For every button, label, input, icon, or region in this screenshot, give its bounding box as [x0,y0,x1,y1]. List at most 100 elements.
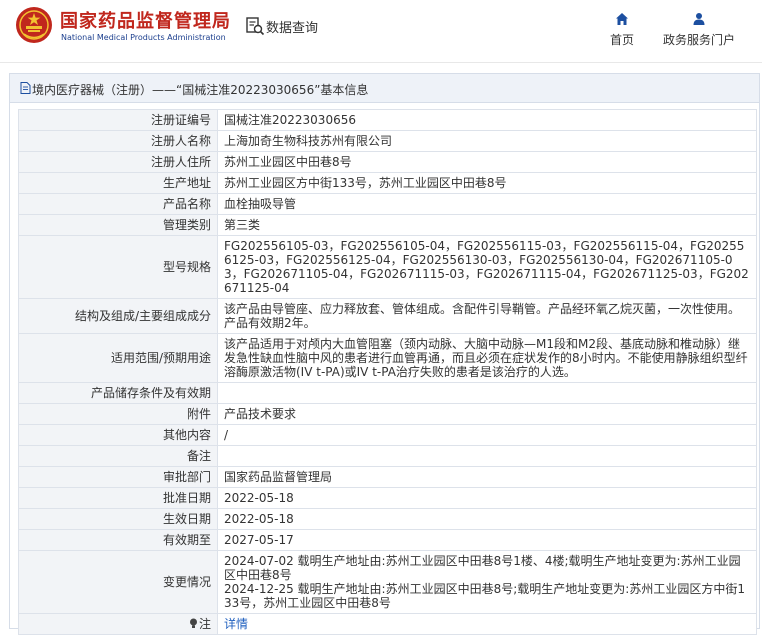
field-value: 第三类 [217,214,757,236]
field-value: 该产品由导管座、应力释放套、管体组成。含配件引导鞘管。产品经环氧乙烷灭菌，一次性… [217,298,757,334]
field-value-text: 国械注准20223030656 [224,113,356,127]
site-header: 国家药品监督管理局 National Medical Products Admi… [0,0,762,62]
table-row: 产品名称 血栓抽吸导管 [18,193,757,215]
field-label: 审批部门 [18,466,218,488]
panel-title-bar: 境内医疗器械（注册）——“国械注准20223030656”基本信息 [10,74,759,103]
field-value-text: / [224,428,229,442]
field-label: 注册人名称 [18,130,218,152]
field-label-text: 管理类别 [162,218,211,232]
field-value-text: 产品技术要求 [224,407,297,421]
change-record: 2024-12-25 载明生产地址由:苏州工业园区中田巷8号;载明生产地址变更为… [224,582,745,610]
header-divider [0,62,762,63]
field-value-text: 该产品适用于对颅内大血管阻塞（颈内动脉、大脑中动脉—M1段和M2段、基底动脉和椎… [224,337,748,379]
field-label: 注册证编号 [18,109,218,131]
field-value: 血栓抽吸导管 [217,193,757,215]
document-icon [20,82,31,94]
table-row: 生效日期 2022-05-18 [18,508,757,530]
table-row: 管理类别 第三类 [18,214,757,236]
field-value: 2024-07-02 载明生产地址由:苏州工业园区中田巷8号1楼、4楼;载明生产… [217,550,757,614]
field-label-text: 产品名称 [162,197,211,211]
field-label: 产品名称 [18,193,218,215]
field-label-text: 注 [198,617,211,631]
field-label: 产品储存条件及有效期 [18,382,218,404]
field-value-text: 2022-05-18 [224,491,294,505]
nav-gov-label: 政务服务门户 [662,33,735,47]
table-row: 批准日期 2022-05-18 [18,487,757,509]
table-row: 审批部门 国家药品监督管理局 [18,466,757,488]
field-value: / [217,424,757,446]
nav-gov-portal[interactable]: 政务服务门户 [658,12,740,48]
nav-home-label: 首页 [609,33,634,47]
field-label: 有效期至 [18,529,218,551]
field-value-text: 苏州工业园区中田巷8号 [224,155,352,169]
table-row: 产品储存条件及有效期 [18,382,757,404]
field-value [217,382,757,404]
change-record: 2024-07-02 载明生产地址由:苏州工业园区中田巷8号1楼、4楼;载明生产… [224,554,741,582]
field-label-text: 有效期至 [162,533,211,547]
data-query-label: 数据查询 [266,21,319,36]
site-subtitle: National Medical Products Administration [61,33,226,42]
field-label-text: 变更情况 [162,575,211,589]
field-value: 2022-05-18 [217,508,757,530]
site-title: 国家药品监督管理局 [60,11,231,32]
details-link[interactable]: 详情 [224,617,248,631]
field-label-text: 生产地址 [162,176,211,190]
field-label: 适用范围/预期用途 [18,333,218,383]
field-label-text: 产品储存条件及有效期 [90,386,211,400]
field-label-text: 型号规格 [162,260,211,274]
field-value-text: 国家药品监督管理局 [224,470,333,484]
field-value-text: 2022-05-18 [224,512,294,526]
table-row: 适用范围/预期用途 该产品适用于对颅内大血管阻塞（颈内动脉、大脑中动脉—M1段和M… [18,333,757,383]
table-row: 注详情 [18,613,757,635]
field-value [217,445,757,467]
user-icon [693,13,705,25]
lightbulb-icon [189,618,197,628]
field-value: 该产品适用于对颅内大血管阻塞（颈内动脉、大脑中动脉—M1段和M2段、基底动脉和椎… [217,333,757,383]
field-label: 型号规格 [18,235,218,299]
field-label-text: 批准日期 [162,491,211,505]
field-label: 管理类别 [18,214,218,236]
table-row: 生产地址 苏州工业园区方中街133号，苏州工业园区中田巷8号 [18,172,757,194]
home-icon [616,13,628,25]
field-label: 批准日期 [18,487,218,509]
table-row: 附件 产品技术要求 [18,403,757,425]
table-row: 型号规格 FG202556105-03，FG202556105-04，FG2025… [18,235,757,299]
table-row: 备注 [18,445,757,467]
field-value-text: 第三类 [224,218,261,232]
field-label-text: 结构及组成/主要组成成分 [74,309,211,323]
field-value: FG202556105-03，FG202556105-04，FG20255611… [217,235,757,299]
table-row: 注册人名称 上海加奇生物科技苏州有限公司 [18,130,757,152]
field-label: 结构及组成/主要组成成分 [18,298,218,334]
field-value: 上海加奇生物科技苏州有限公司 [217,130,757,152]
field-label: 附件 [18,403,218,425]
table-row: 注册证编号 国械注准20223030656 [18,109,757,131]
field-value-text: 该产品由导管座、应力释放套、管体组成。含配件引导鞘管。产品经环氧乙烷灭菌，一次性… [224,302,741,330]
table-row: 有效期至 2027-05-17 [18,529,757,551]
field-label-text: 注册证编号 [150,113,211,127]
field-label-text: 注册人住所 [150,155,211,169]
registration-info-table: 注册证编号 国械注准20223030656 注册人名称 上海加奇生物科技苏州有限公司注… [18,109,757,635]
table-row: 注册人住所 苏州工业园区中田巷8号 [18,151,757,173]
national-emblem-icon [16,7,52,43]
info-panel: 境内医疗器械（注册）——“国械注准20223030656”基本信息 注册证编号国… [9,73,760,635]
field-label: 备注 [18,445,218,467]
field-label-text: 适用范围/预期用途 [110,351,211,365]
field-value: 苏州工业园区方中街133号，苏州工业园区中田巷8号 [217,172,757,194]
field-value: 国械注准20223030656 [217,109,757,131]
panel-title: 境内医疗器械（注册）——“国械注准20223030656”基本信息 [32,83,369,97]
field-label: 生产地址 [18,172,218,194]
field-value-text: FG202556105-03，FG202556105-04，FG20255611… [224,239,749,295]
field-value-text: 苏州工业园区方中街133号，苏州工业园区中田巷8号 [224,176,507,190]
table-row: 结构及组成/主要组成成分 该产品由导管座、应力释放套、管体组成。含配件引导鞘管。产… [18,298,757,334]
field-label-text: 生效日期 [162,512,211,526]
field-value: 2027-05-17 [217,529,757,551]
field-value: 2022-05-18 [217,487,757,509]
field-label-text: 审批部门 [162,470,211,484]
field-label-text: 备注 [186,449,211,463]
field-value-text: 上海加奇生物科技苏州有限公司 [224,134,393,148]
field-value-text: 血栓抽吸导管 [224,197,297,211]
data-query-icon [246,17,265,36]
field-value: 产品技术要求 [217,403,757,425]
field-label-text: 附件 [186,407,211,421]
nav-home[interactable]: 首页 [603,12,641,48]
